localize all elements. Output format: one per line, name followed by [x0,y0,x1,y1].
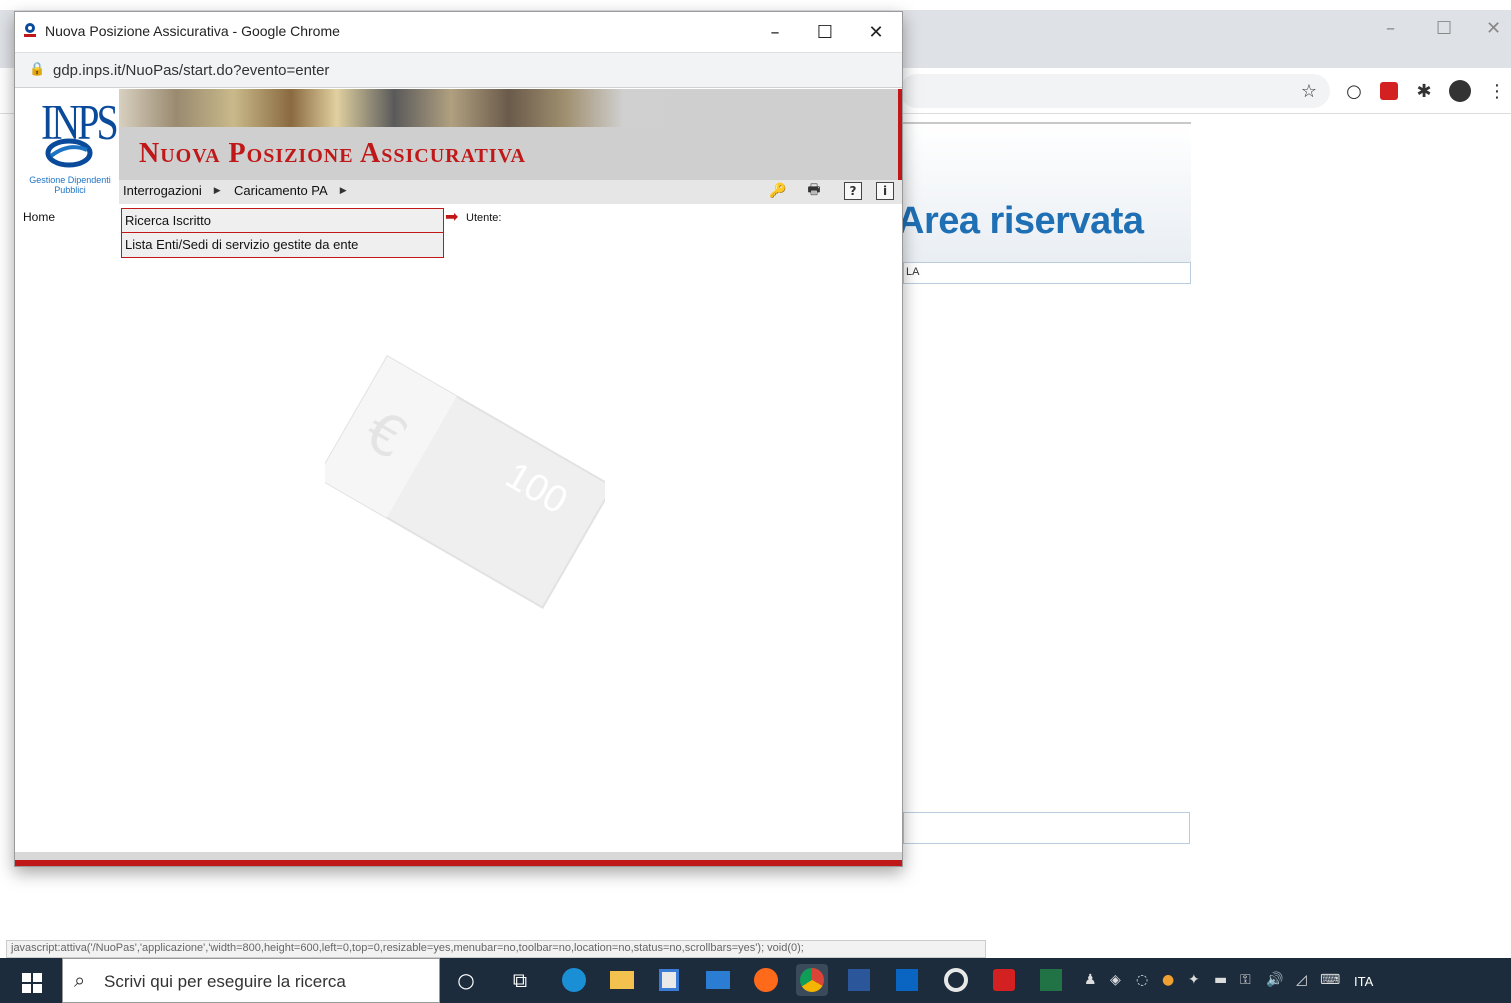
chrome-icon[interactable] [796,964,828,996]
header-banner-filler [692,89,902,127]
acrobat-taskbar-icon[interactable] [988,964,1020,996]
menu-caricamento-pa-label: Caricamento PA [234,183,328,198]
background-bottom-field[interactable] [903,812,1190,844]
windows-icon [22,973,42,993]
acrobat-icon[interactable] [1376,78,1402,104]
file-explorer-icon[interactable] [606,964,638,996]
taskbar-search-placeholder[interactable]: Scrivi qui per eseguire la ricerca [104,972,346,992]
excel-icon[interactable] [1035,964,1067,996]
footer-red-bar [15,860,902,866]
popup-maximize-button[interactable]: ☐ [805,18,845,46]
tray-display-icon[interactable]: ▬ [1214,972,1227,988]
store-icon[interactable] [653,964,685,996]
edge-icon[interactable] [558,964,590,996]
popup-minimize-button[interactable]: – [755,18,795,46]
tray-network-icon[interactable]: ⚿ [1240,972,1251,988]
star-icon[interactable]: ☆ [1296,78,1322,104]
volume-icon[interactable]: 🔊 [1266,972,1283,988]
background-input-field[interactable]: LA [903,262,1191,284]
opera-icon[interactable]: ○ [1341,78,1367,104]
background-close-button[interactable]: ✕ [1486,18,1501,39]
menu-icon[interactable]: ⋮ [1484,78,1510,104]
popup-url-text: gdp.inps.it/NuoPas/start.do?evento=enter [53,62,330,79]
footer-gray-bar [15,852,902,860]
google-icon[interactable] [940,964,972,996]
home-link[interactable]: Home [23,210,55,224]
inps-favicon-icon [23,22,37,38]
info-icon[interactable]: i [876,182,894,200]
key-icon[interactable]: 🔑 [769,182,787,200]
status-bar-link: javascript:attiva('/NuoPas','applicazion… [6,940,986,958]
interrogazioni-dropdown: Ricerca Iscritto Lista Enti/Sedi di serv… [121,208,444,258]
background-omnibox[interactable] [900,74,1330,108]
submenu-arrow-icon: ▶ [213,185,221,196]
tray-orange-icon[interactable]: ● [1162,972,1174,988]
lock-icon: 🔒 [29,62,46,77]
search-icon: ⌕ [74,968,86,992]
euro-banknote-watermark: € 100 [316,342,614,622]
popup-url-bar: 🔒 gdp.inps.it/NuoPas/start.do?evento=ent… [15,52,902,88]
inps-logo-caption: Gestione Dipendenti Pubblici [29,175,111,195]
keyboard-icon[interactable]: ⌨ [1320,972,1340,988]
menu-caricamento-pa[interactable]: Caricamento PA ▶ [234,183,347,198]
menu-item-ricerca-iscritto[interactable]: Ricerca Iscritto [122,209,443,233]
firefox-icon[interactable] [750,964,782,996]
mail-icon[interactable] [702,964,734,996]
submenu-arrow-icon: ▶ [339,185,347,196]
background-maximize-button[interactable]: ☐ [1436,18,1452,39]
tray-shield-icon[interactable]: ◈ [1110,972,1121,988]
language-indicator[interactable]: ITA [1354,974,1373,989]
cortana-icon[interactable]: ○ [450,964,482,996]
menu-interrogazioni-label: Interrogazioni [123,183,202,198]
word-icon[interactable] [843,964,875,996]
print-icon[interactable]: 🖶 [805,182,823,200]
outlook-icon[interactable] [891,964,923,996]
popup-close-button[interactable]: ✕ [856,18,896,46]
red-arrow-icon: ➡ [445,207,459,226]
profile-icon[interactable] [1447,78,1473,104]
header-banner-image [119,89,692,127]
tray-app-icon[interactable]: ◌ [1136,972,1148,988]
popup-window-title: Nuova Posizione Assicurativa - Google Ch… [45,23,340,39]
wifi-icon[interactable]: ◿ [1296,972,1307,988]
help-icon[interactable]: ? [844,182,862,200]
popup-window: Nuova Posizione Assicurativa - Google Ch… [14,11,903,867]
task-view-icon[interactable]: ⧉ [504,964,536,996]
tray-teams-icon[interactable]: ✦ [1188,972,1200,988]
background-minimize-button[interactable]: – [1386,18,1395,39]
area-riservata-title: Area riservata [897,200,1144,242]
inps-logo-icon [45,138,93,168]
start-button[interactable] [12,970,52,996]
user-label: Utente: [466,212,502,224]
tray-people-icon[interactable]: ♟ [1084,972,1097,988]
menu-item-lista-enti[interactable]: Lista Enti/Sedi di servizio gestite da e… [122,233,443,257]
app-title: Nuova Posizione Assicurativa [139,138,526,169]
menu-interrogazioni[interactable]: Interrogazioni ▶ [123,183,221,198]
extensions-icon[interactable]: ✱ [1411,78,1437,104]
